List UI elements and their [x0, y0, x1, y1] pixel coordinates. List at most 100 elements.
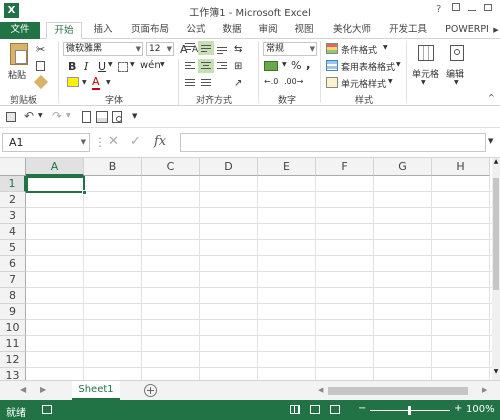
comma-button[interactable]: ,: [306, 57, 311, 71]
column-header[interactable]: D: [200, 158, 258, 176]
table-format-icon[interactable]: [326, 60, 338, 71]
row-header[interactable]: 12: [0, 352, 26, 368]
normal-view-icon[interactable]: [290, 405, 300, 414]
row-header[interactable]: 8: [0, 288, 26, 304]
cells-dropdown-icon[interactable]: ▼: [421, 79, 426, 86]
tab-view[interactable]: 视图: [290, 22, 318, 39]
underline-button[interactable]: U: [98, 60, 106, 73]
wen-dropdown-icon[interactable]: ▼: [160, 61, 165, 68]
increase-decimal-icon[interactable]: ←.0: [264, 77, 278, 86]
scroll-down-icon[interactable]: ▼: [492, 368, 500, 380]
tab-data[interactable]: 数据: [218, 22, 246, 39]
row-header[interactable]: 6: [0, 256, 26, 272]
conditional-format-button[interactable]: 条件格式: [341, 43, 377, 56]
fill-color-dropdown-icon[interactable]: ▼: [82, 79, 87, 86]
cancel-entry-button[interactable]: ✕: [108, 134, 119, 149]
print-preview-icon[interactable]: [96, 111, 108, 123]
help-button[interactable]: ?: [436, 4, 441, 15]
page-layout-view-icon[interactable]: [310, 405, 320, 414]
ribbon-display-options-icon[interactable]: [452, 3, 460, 11]
number-format-select[interactable]: 常规 ▼: [263, 42, 317, 56]
align-right-icon[interactable]: [214, 59, 230, 73]
increase-indent-icon[interactable]: [198, 76, 214, 90]
redo-icon[interactable]: ↷: [52, 109, 62, 123]
prev-sheet-icon[interactable]: ◀: [20, 385, 26, 394]
undo-icon[interactable]: ↶: [24, 109, 34, 123]
cut-icon[interactable]: ✂: [36, 43, 45, 56]
fill-color-icon[interactable]: [67, 77, 79, 87]
tab-scroll-right-icon[interactable]: ▶: [492, 22, 500, 39]
zoom-out-button[interactable]: −: [358, 403, 366, 414]
editing-icon[interactable]: [450, 45, 464, 61]
zoom-level[interactable]: 100%: [466, 404, 495, 415]
column-header[interactable]: C: [142, 158, 200, 176]
font-size-select[interactable]: 12 ▼: [146, 42, 174, 56]
row-header[interactable]: 2: [0, 192, 26, 208]
zoom-slider[interactable]: [370, 406, 450, 415]
row-header[interactable]: 4: [0, 224, 26, 240]
column-header[interactable]: A: [26, 158, 84, 176]
row-header[interactable]: 9: [0, 304, 26, 320]
vertical-scrollbar[interactable]: ▲ ▼: [492, 158, 500, 380]
chevron-down-icon[interactable]: ▼: [167, 43, 172, 55]
macro-record-icon[interactable]: [42, 405, 52, 414]
chevron-down-icon[interactable]: ▼: [81, 134, 86, 151]
select-all-corner[interactable]: [0, 158, 26, 176]
font-color-dropdown-icon[interactable]: ▼: [106, 79, 111, 86]
new-sheet-icon[interactable]: +: [144, 384, 157, 397]
merge-center-icon[interactable]: ⊞: [234, 61, 242, 72]
insert-function-button[interactable]: fx: [154, 134, 166, 149]
save-icon[interactable]: [6, 112, 16, 122]
row-header[interactable]: 3: [0, 208, 26, 224]
scroll-thumb[interactable]: [493, 178, 499, 290]
tab-insert[interactable]: 插入: [88, 22, 118, 39]
format-as-table-button[interactable]: 套用表格格式: [341, 60, 395, 73]
maximize-icon[interactable]: [484, 4, 492, 11]
column-header[interactable]: B: [84, 158, 142, 176]
bold-button[interactable]: B: [68, 60, 76, 73]
align-left-icon[interactable]: [182, 59, 198, 73]
font-color-button[interactable]: A: [92, 75, 100, 90]
name-box[interactable]: A1 ▼: [2, 133, 90, 152]
tab-beautify[interactable]: 美化大师: [328, 22, 376, 39]
row-header[interactable]: 7: [0, 272, 26, 288]
percent-button[interactable]: %: [291, 59, 301, 72]
new-document-icon[interactable]: [82, 111, 91, 123]
row-header[interactable]: 10: [0, 320, 26, 336]
chevron-down-icon[interactable]: ▼: [310, 43, 315, 55]
customize-qat-icon[interactable]: ▼: [132, 112, 137, 120]
borders-icon[interactable]: [118, 62, 128, 72]
column-header[interactable]: F: [316, 158, 374, 176]
tab-developer[interactable]: 开发工具: [384, 22, 432, 39]
find-icon[interactable]: [112, 111, 122, 123]
cell-styles-button[interactable]: 单元格样式: [341, 77, 386, 90]
cells-icon[interactable]: [418, 45, 434, 61]
underline-dropdown-icon[interactable]: ▼: [108, 61, 113, 68]
copy-icon[interactable]: [36, 61, 45, 71]
row-header[interactable]: 13: [0, 368, 26, 380]
decrease-decimal-icon[interactable]: .00→: [284, 77, 303, 86]
editing-dropdown-icon[interactable]: ▼: [454, 79, 459, 86]
sheet-tab-sheet1[interactable]: Sheet1: [72, 381, 120, 400]
conditional-dropdown-icon[interactable]: ▼: [383, 44, 388, 51]
row-header[interactable]: 11: [0, 336, 26, 352]
align-center-icon[interactable]: [198, 59, 214, 73]
worksheet-grid[interactable]: ABCDEFGH 1 2 3 4 5 6 7 8 9 10 11 12 13: [0, 158, 492, 380]
currency-dropdown-icon[interactable]: ▼: [282, 61, 287, 68]
formula-input[interactable]: [180, 133, 486, 152]
conditional-format-icon[interactable]: [326, 43, 338, 54]
expand-formula-bar-icon[interactable]: ▼: [488, 137, 493, 145]
row-header[interactable]: 5: [0, 240, 26, 256]
hscroll-right-icon[interactable]: ▶: [482, 386, 487, 394]
font-name-select[interactable]: 微软雅黑 ▼: [63, 42, 143, 56]
collapse-ribbon-icon[interactable]: ^: [488, 93, 495, 102]
zoom-in-button[interactable]: +: [454, 403, 462, 414]
wen-button[interactable]: wén: [140, 60, 161, 71]
chevron-down-icon[interactable]: ▼: [136, 43, 141, 55]
horizontal-scrollbar[interactable]: [328, 387, 468, 395]
scroll-up-icon[interactable]: ▲: [492, 158, 500, 176]
tab-file[interactable]: 文件: [0, 22, 40, 39]
align-middle-icon[interactable]: [198, 41, 214, 55]
column-header[interactable]: G: [374, 158, 432, 176]
row-header[interactable]: 1: [0, 176, 26, 192]
